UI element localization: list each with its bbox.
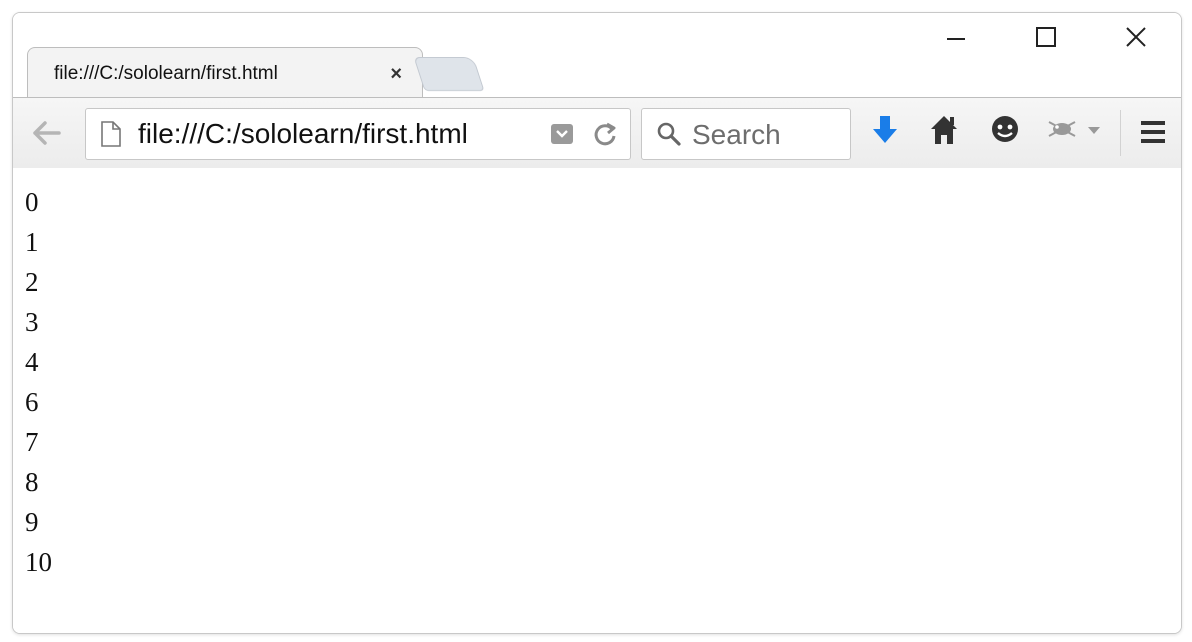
page-icon [101, 121, 121, 147]
chat-icon[interactable] [989, 114, 1021, 146]
output-line: 1 [25, 227, 39, 257]
minimize-button[interactable] [911, 13, 1001, 61]
tab-title: file:///C:/sololearn/first.html [54, 63, 278, 84]
hamburger-menu-icon[interactable] [1139, 118, 1167, 146]
output-line: 4 [25, 347, 39, 377]
reload-icon[interactable] [592, 120, 618, 148]
title-bar: file:///C:/sololearn/first.html × [13, 13, 1181, 98]
search-input[interactable] [690, 117, 844, 153]
output-line: 0 [25, 187, 39, 217]
output-line: 2 [25, 267, 39, 297]
download-icon[interactable] [871, 114, 899, 148]
search-icon [657, 122, 681, 146]
new-tab-button[interactable] [413, 57, 485, 91]
reader-view-icon[interactable] [550, 123, 574, 145]
page-content: 0 1 2 3 4 6 7 8 9 10 [13, 168, 1181, 633]
tab-content: file:///C:/sololearn/first.html × [54, 62, 402, 86]
browser-window: file:///C:/sololearn/first.html × file:/… [12, 12, 1182, 634]
maximize-icon [1036, 27, 1056, 47]
maximize-button[interactable] [1001, 13, 1091, 61]
url-bar[interactable]: file:///C:/sololearn/first.html [85, 108, 631, 160]
tab-close-button[interactable]: × [390, 63, 402, 85]
output-line: 7 [25, 427, 39, 457]
output-line: 6 [25, 387, 39, 417]
tab-active[interactable]: file:///C:/sololearn/first.html × [27, 47, 423, 98]
output-line: 8 [25, 467, 39, 497]
output-list: 0 1 2 3 4 6 7 8 9 10 [25, 182, 52, 582]
close-window-button[interactable] [1091, 13, 1181, 61]
navigation-toolbar: file:///C:/sololearn/first.html [13, 97, 1181, 169]
window-controls [911, 13, 1181, 61]
toolbar-separator [1120, 110, 1121, 156]
home-icon[interactable] [929, 114, 959, 146]
addon-icon[interactable] [1045, 114, 1079, 144]
close-icon [1126, 27, 1146, 47]
output-line: 10 [25, 547, 52, 577]
url-text[interactable]: file:///C:/sololearn/first.html [138, 118, 468, 150]
search-bar[interactable] [641, 108, 851, 160]
output-line: 9 [25, 507, 39, 537]
back-button[interactable] [29, 118, 63, 148]
minimize-icon [947, 38, 965, 40]
back-arrow-icon [33, 121, 61, 145]
output-line: 3 [25, 307, 39, 337]
chevron-down-icon[interactable] [1087, 126, 1101, 136]
